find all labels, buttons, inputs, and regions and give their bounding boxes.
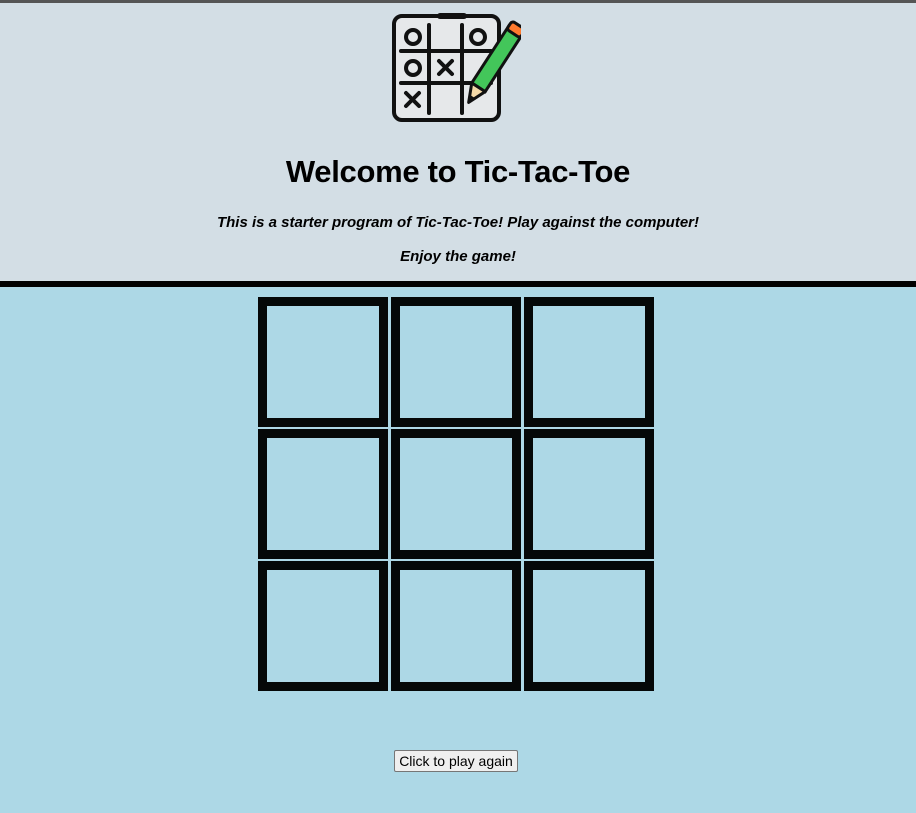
board-cell-5[interactable]: [391, 429, 521, 559]
play-again-button[interactable]: Click to play again: [394, 750, 518, 772]
tic-tac-toe-pencil-icon: [392, 13, 521, 122]
intro-text: This is a starter program of Tic-Tac-Toe…: [216, 214, 700, 231]
page-header: Welcome to Tic-Tac-Toe This is a starter…: [0, 3, 916, 281]
board-cell-9[interactable]: [524, 561, 654, 691]
board-cell-4[interactable]: [258, 429, 388, 559]
board-cell-8[interactable]: [391, 561, 521, 691]
board-cell-6[interactable]: [524, 429, 654, 559]
board-cell-1[interactable]: [258, 297, 388, 427]
enjoy-text: Enjoy the game!: [400, 248, 516, 265]
board-cell-3[interactable]: [524, 297, 654, 427]
board-cell-2[interactable]: [391, 297, 521, 427]
board-cell-7[interactable]: [258, 561, 388, 691]
page-title: Welcome to Tic-Tac-Toe: [285, 154, 631, 189]
game-board: [258, 297, 654, 691]
header-divider: [0, 281, 916, 287]
